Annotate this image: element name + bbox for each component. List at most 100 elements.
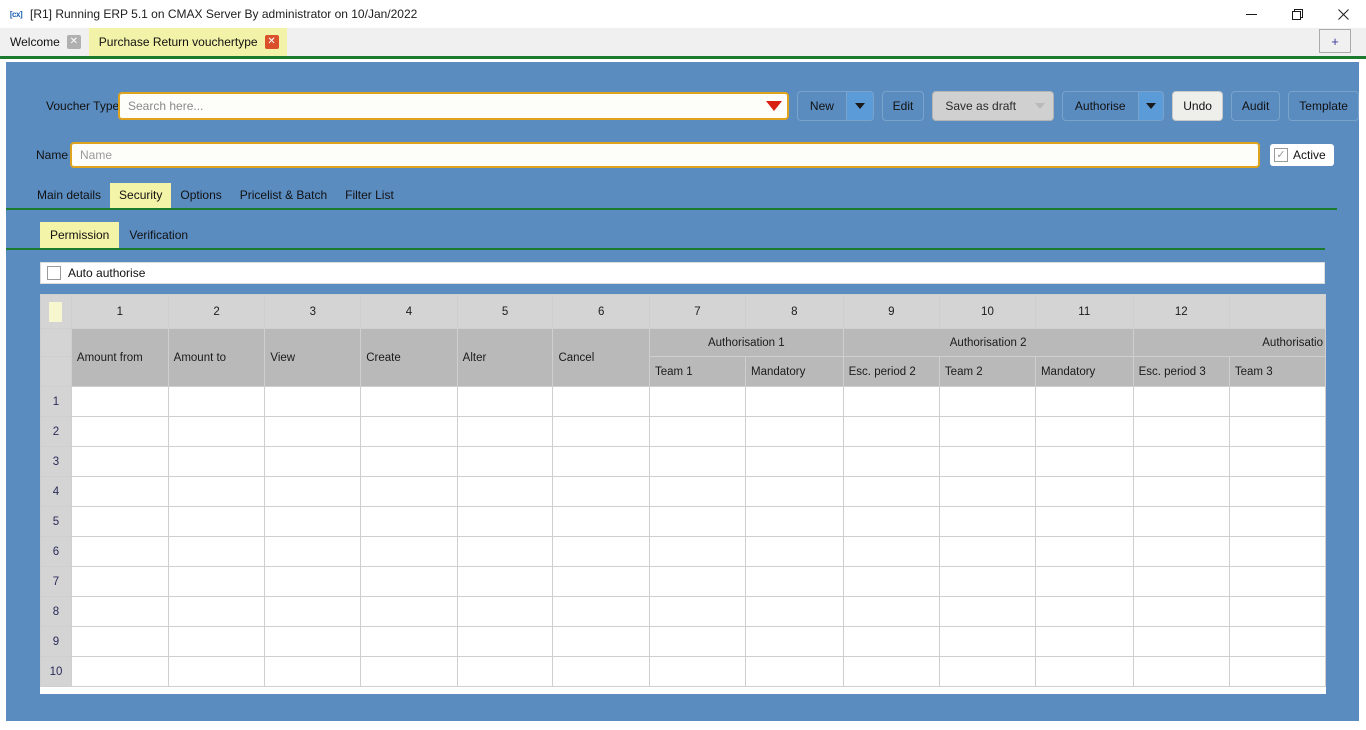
- cell-esc-period-2[interactable]: [843, 507, 939, 537]
- cell-mandatory-2[interactable]: [1035, 657, 1133, 687]
- cell-esc-period-3[interactable]: [1133, 417, 1229, 447]
- cell-team-2[interactable]: [939, 477, 1035, 507]
- column-number[interactable]: 7: [649, 295, 745, 329]
- cell-view[interactable]: [265, 627, 361, 657]
- cell-team-2[interactable]: [939, 387, 1035, 417]
- row-number[interactable]: 8: [41, 597, 72, 627]
- column-number[interactable]: 3: [265, 295, 361, 329]
- cell-create[interactable]: [361, 657, 457, 687]
- column-header-create[interactable]: Create: [361, 329, 457, 387]
- permission-grid[interactable]: 1 2 3 4 5 6 7 8 9 10 11 12 Amount from: [40, 294, 1326, 694]
- cell-view[interactable]: [265, 477, 361, 507]
- cell-esc-period-2[interactable]: [843, 387, 939, 417]
- cell-mandatory-2[interactable]: [1035, 507, 1133, 537]
- minimize-button[interactable]: [1228, 0, 1274, 28]
- cell-amount-from[interactable]: [71, 657, 168, 687]
- table-row[interactable]: 4: [41, 477, 1326, 507]
- column-header-team-1[interactable]: Team 1: [649, 357, 745, 387]
- cell-alter[interactable]: [457, 507, 553, 537]
- cell-view[interactable]: [265, 387, 361, 417]
- column-header-esc-period-3[interactable]: Esc. period 3: [1133, 357, 1229, 387]
- cell-mandatory-2[interactable]: [1035, 447, 1133, 477]
- save-as-draft-button[interactable]: Save as draft: [932, 91, 1054, 121]
- name-input[interactable]: [70, 142, 1260, 168]
- cell-amount-from[interactable]: [71, 507, 168, 537]
- cell-team-1[interactable]: [649, 567, 745, 597]
- row-number[interactable]: 7: [41, 567, 72, 597]
- cell-esc-period-3[interactable]: [1133, 387, 1229, 417]
- cell-create[interactable]: [361, 597, 457, 627]
- cell-mandatory-1[interactable]: [746, 477, 844, 507]
- cell-amount-to[interactable]: [168, 657, 265, 687]
- cell-alter[interactable]: [457, 417, 553, 447]
- grid-corner-cell[interactable]: [41, 295, 72, 329]
- column-number[interactable]: 12: [1133, 295, 1229, 329]
- audit-button[interactable]: Audit: [1231, 91, 1280, 121]
- tab-security[interactable]: Security: [110, 183, 171, 208]
- cell-amount-to[interactable]: [168, 447, 265, 477]
- auto-authorise-checkbox[interactable]: ✓: [47, 266, 61, 280]
- cell-team-3[interactable]: [1229, 597, 1325, 627]
- template-button[interactable]: Template: [1288, 91, 1359, 121]
- cell-mandatory-2[interactable]: [1035, 567, 1133, 597]
- search-input[interactable]: [118, 92, 789, 120]
- tab-filter-list[interactable]: Filter List: [336, 183, 403, 208]
- cell-mandatory-2[interactable]: [1035, 417, 1133, 447]
- cell-amount-from[interactable]: [71, 417, 168, 447]
- cell-amount-to[interactable]: [168, 477, 265, 507]
- dropdown-caret-icon[interactable]: [766, 101, 782, 111]
- cell-team-2[interactable]: [939, 537, 1035, 567]
- column-number[interactable]: 8: [746, 295, 844, 329]
- cell-cancel[interactable]: [553, 477, 650, 507]
- column-header-amount-from[interactable]: Amount from: [71, 329, 168, 387]
- cell-mandatory-2[interactable]: [1035, 387, 1133, 417]
- cell-esc-period-2[interactable]: [843, 477, 939, 507]
- column-number[interactable]: 6: [553, 295, 650, 329]
- table-row[interactable]: 3: [41, 447, 1326, 477]
- cell-team-1[interactable]: [649, 387, 745, 417]
- cell-mandatory-1[interactable]: [746, 417, 844, 447]
- edit-button[interactable]: Edit: [882, 91, 925, 121]
- cell-team-1[interactable]: [649, 507, 745, 537]
- cell-create[interactable]: [361, 537, 457, 567]
- column-header-team-3[interactable]: Team 3: [1229, 357, 1325, 387]
- table-row[interactable]: 1: [41, 387, 1326, 417]
- column-number[interactable]: 11: [1035, 295, 1133, 329]
- new-tab-button[interactable]: +: [1319, 29, 1351, 53]
- cell-team-3[interactable]: [1229, 507, 1325, 537]
- column-header-view[interactable]: View: [265, 329, 361, 387]
- cell-cancel[interactable]: [553, 417, 650, 447]
- cell-mandatory-1[interactable]: [746, 447, 844, 477]
- row-number[interactable]: 3: [41, 447, 72, 477]
- cell-amount-from[interactable]: [71, 567, 168, 597]
- cell-team-3[interactable]: [1229, 387, 1325, 417]
- cell-view[interactable]: [265, 657, 361, 687]
- cell-esc-period-3[interactable]: [1133, 537, 1229, 567]
- close-button[interactable]: [1320, 0, 1366, 28]
- column-header-mandatory-2[interactable]: Mandatory: [1035, 357, 1133, 387]
- cell-team-3[interactable]: [1229, 567, 1325, 597]
- column-number[interactable]: 9: [843, 295, 939, 329]
- column-number[interactable]: 5: [457, 295, 553, 329]
- cell-amount-from[interactable]: [71, 477, 168, 507]
- cell-cancel[interactable]: [553, 567, 650, 597]
- save-as-draft-dropdown-toggle[interactable]: [1028, 92, 1053, 120]
- cell-amount-from[interactable]: [71, 537, 168, 567]
- cell-team-2[interactable]: [939, 657, 1035, 687]
- cell-create[interactable]: [361, 387, 457, 417]
- maximize-button[interactable]: [1274, 0, 1320, 28]
- cell-team-3[interactable]: [1229, 537, 1325, 567]
- cell-amount-to[interactable]: [168, 387, 265, 417]
- table-row[interactable]: 2: [41, 417, 1326, 447]
- table-row[interactable]: 8: [41, 597, 1326, 627]
- column-number[interactable]: [1229, 295, 1325, 329]
- active-checkbox-group[interactable]: ✓ Active: [1270, 144, 1334, 166]
- cell-create[interactable]: [361, 477, 457, 507]
- row-number[interactable]: 2: [41, 417, 72, 447]
- cell-cancel[interactable]: [553, 387, 650, 417]
- cell-cancel[interactable]: [553, 507, 650, 537]
- cell-alter[interactable]: [457, 477, 553, 507]
- cell-team-2[interactable]: [939, 447, 1035, 477]
- column-header-amount-to[interactable]: Amount to: [168, 329, 265, 387]
- tab-main-details[interactable]: Main details: [28, 183, 110, 208]
